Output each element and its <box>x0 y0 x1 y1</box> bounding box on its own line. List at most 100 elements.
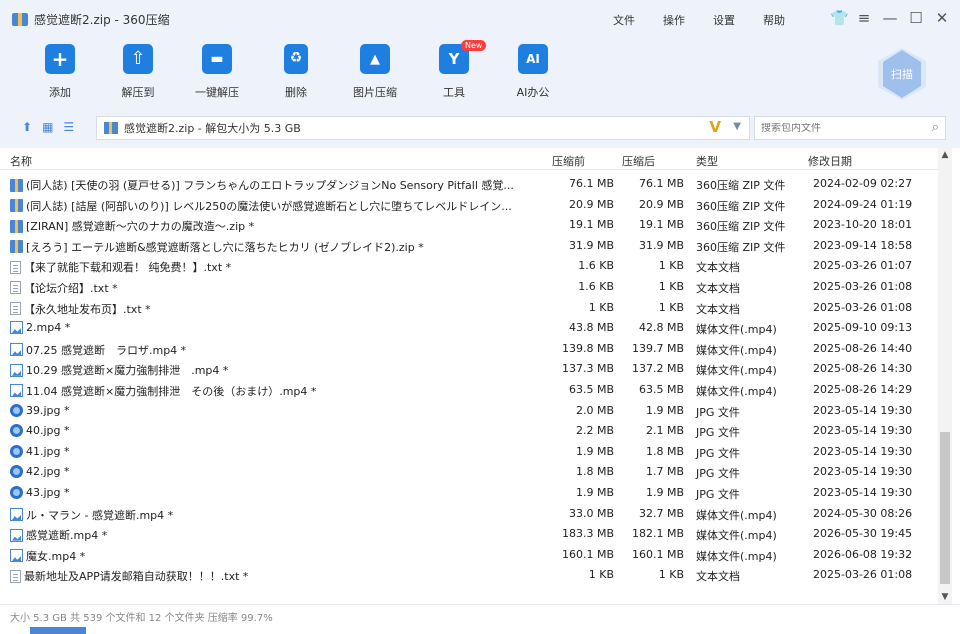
file-name: 41.jpg * <box>26 444 70 458</box>
window-title: 感觉遮断2.zip - 360压缩 <box>34 12 170 27</box>
zip-file-icon <box>10 178 23 192</box>
table-row[interactable]: ル・マラン - 感覚遮断.mp4 * 33.0 MB 32.7 MB 媒体文件(.mp… <box>0 504 938 525</box>
table-row[interactable]: (同人誌) [天使の羽 (夏戸せる)] フランちゃんのエロトラップダンジョンNo… <box>0 174 938 195</box>
tools-button[interactable]: New 工具 <box>424 40 487 100</box>
file-name-cell: ル・マラン - 感覚遮断.mp4 * <box>10 507 550 523</box>
table-row[interactable]: 感覚遮断.mp4 * 183.3 MB 182.1 MB 媒体文件(.mp4) 2026… <box>0 524 938 545</box>
image-file-icon <box>10 485 23 499</box>
modified-date: 2025-08-26 14:29 <box>813 382 913 396</box>
file-type: 媒体文件(.mp4) <box>696 529 777 543</box>
scroll-up-icon[interactable]: ▲ <box>938 150 952 160</box>
original-size: 160.1 MB <box>561 547 614 561</box>
table-row[interactable]: 10.29 感覚遮断×魔力強制排泄 .mp4 * 137.3 MB 137.2 MB… <box>0 359 938 380</box>
file-name: 07.25 感覚遮断 ラロザ.mp4 * <box>26 343 187 357</box>
zip-archive-icon <box>12 12 28 26</box>
minimize-icon[interactable]: — <box>882 8 898 28</box>
compressed-size: 1 KB <box>658 300 684 314</box>
file-name-cell: 43.jpg * <box>10 485 550 499</box>
address-bar[interactable]: 感觉遮断2.zip - 解包大小为 5.3 GB V ▼ <box>96 116 750 140</box>
original-size: 1.6 KB <box>578 259 614 273</box>
original-size: 19.1 MB <box>568 218 614 232</box>
file-type: JPG 文件 <box>696 467 740 481</box>
column-header-name[interactable]: 名称 <box>10 153 32 169</box>
table-row[interactable]: 【来了就能下载和观看！ 纯免费！】.txt * 1.6 KB 1 KB 文本文档 202… <box>0 256 938 277</box>
column-header-original-size[interactable]: 压缩前 <box>552 153 585 169</box>
table-row[interactable]: 42.jpg * 1.8 MB 1.7 MB JPG 文件 2023-05-14 19:… <box>0 462 938 483</box>
original-size: 139.8 MB <box>561 341 614 355</box>
scroll-down-icon[interactable]: ▼ <box>938 592 952 602</box>
image-compress-button[interactable]: 图片压缩 <box>345 44 405 100</box>
file-name: [えろう] エーテル遮断&感覚遮断落とし穴に落ちたヒカリ (ゼノブレイド2).z… <box>26 240 424 254</box>
file-name-cell: (同人誌) [詰屋 (阿部いのり)] レベル250の魔法使いが感覚遮断石とし穴に… <box>10 198 550 214</box>
menu-file[interactable]: 文件 <box>613 12 635 28</box>
table-row[interactable]: 【论坛介绍】.txt * 1.6 KB 1 KB 文本文档 2025-03-26 01:… <box>0 277 938 298</box>
table-row[interactable]: 【永久地址发布页】.txt * 1 KB 1 KB 文本文档 2025-03-26 01… <box>0 298 938 319</box>
table-row[interactable]: 43.jpg * 1.9 MB 1.9 MB JPG 文件 2023-05-14 19:… <box>0 483 938 504</box>
table-row[interactable]: 最新地址及APP请发邮箱自动获取！！！.txt * 1 KB 1 KB 文本文档 202… <box>0 565 938 586</box>
original-size: 63.5 MB <box>568 382 614 396</box>
table-row[interactable]: [ZIRAN] 感覚遮断～穴のナカの魔改造～.zip * 19.1 MB 19.1 … <box>0 215 938 236</box>
add-button[interactable]: 添加 <box>30 44 90 100</box>
chevron-down-icon[interactable]: ▼ <box>733 121 741 132</box>
table-row[interactable]: [えろう] エーテル遮断&感覚遮断落とし穴に落ちたヒカリ (ゼノブレイド2).z… <box>0 236 938 257</box>
one-click-extract-button[interactable]: 一键解压 <box>187 44 247 100</box>
original-size: 43.8 MB <box>568 321 614 335</box>
compressed-size: 137.2 MB <box>631 362 684 376</box>
video-file-icon <box>10 528 23 542</box>
file-name-cell: [ZIRAN] 感覚遮断～穴のナカの魔改造～.zip * <box>10 218 550 234</box>
table-row[interactable]: (同人誌) [詰屋 (阿部いのり)] レベル250の魔法使いが感覚遮断石とし穴に… <box>0 195 938 216</box>
modified-date: 2025-03-26 01:08 <box>813 300 913 314</box>
file-name: 感覚遮断.mp4 * <box>26 529 108 543</box>
search-icon[interactable]: ⌕ <box>932 120 939 135</box>
main-menu-icon[interactable]: ≡ <box>856 8 872 28</box>
column-header-compressed-size[interactable]: 压缩后 <box>622 153 655 169</box>
compressed-size: 20.9 MB <box>638 197 684 211</box>
original-size: 1 KB <box>588 568 614 582</box>
file-name: 【论坛介绍】.txt * <box>24 281 118 295</box>
ai-office-button[interactable]: AI办公 <box>503 44 563 100</box>
file-type: 文本文档 <box>696 570 740 584</box>
table-row[interactable]: 07.25 感覚遮断 ラロザ.mp4 * 139.8 MB 139.7 MB 媒体文件… <box>0 339 938 360</box>
menu-settings[interactable]: 设置 <box>713 12 735 28</box>
table-row[interactable]: 2.mp4 * 43.8 MB 42.8 MB 媒体文件(.mp4) 2025-09-1… <box>0 318 938 339</box>
text-file-icon <box>10 569 21 583</box>
delete-button[interactable]: 删除 <box>266 44 326 100</box>
file-type: JPG 文件 <box>696 446 740 460</box>
maximize-icon[interactable]: ☐ <box>908 8 924 28</box>
window-controls: 👕 ≡ — ☐ ✕ <box>830 8 950 28</box>
new-badge: New <box>461 40 487 51</box>
table-row[interactable]: 39.jpg * 2.0 MB 1.9 MB JPG 文件 2023-05-14 19:… <box>0 401 938 422</box>
original-size: 1 KB <box>588 300 614 314</box>
menu-operate[interactable]: 操作 <box>663 12 685 28</box>
compressed-size: 139.7 MB <box>631 341 684 355</box>
close-icon[interactable]: ✕ <box>934 8 950 28</box>
modified-date: 2025-08-26 14:30 <box>813 362 913 376</box>
table-row[interactable]: 41.jpg * 1.9 MB 1.8 MB JPG 文件 2023-05-14 19:… <box>0 442 938 463</box>
column-header-date[interactable]: 修改日期 <box>808 153 852 169</box>
file-name-cell: 42.jpg * <box>10 465 550 479</box>
table-row[interactable]: 魔女.mp4 * 160.1 MB 160.1 MB 媒体文件(.mp4) 2026-0… <box>0 545 938 566</box>
vertical-scrollbar[interactable]: ▲ ▼ <box>938 148 952 604</box>
compressed-size: 160.1 MB <box>631 547 684 561</box>
compressed-size: 19.1 MB <box>638 218 684 232</box>
table-row[interactable]: 11.04 感覚遮断×魔力強制排泄 その後（おまけ）.mp4 * 63.5 MB 6… <box>0 380 938 401</box>
scrollbar-thumb[interactable] <box>940 432 950 584</box>
extract-to-button[interactable]: 解压到 <box>108 44 168 100</box>
file-name: 魔女.mp4 * <box>26 549 86 563</box>
column-header-type[interactable]: 类型 <box>696 153 718 169</box>
image-compress-label: 图片压缩 <box>353 86 397 99</box>
one-click-extract-icon <box>202 44 232 74</box>
table-row[interactable]: 40.jpg * 2.2 MB 2.1 MB JPG 文件 2023-05-14 19:… <box>0 421 938 442</box>
text-file-icon <box>10 260 21 274</box>
skin-icon[interactable]: 👕 <box>830 8 849 28</box>
thumbnail-view-icon[interactable]: ▦ <box>42 120 53 134</box>
list-view-icon[interactable]: ☰ <box>63 120 74 134</box>
up-folder-icon[interactable]: ⬆ <box>22 120 32 134</box>
search-input[interactable] <box>761 122 911 134</box>
v-logo-icon[interactable]: V <box>709 118 721 136</box>
scan-button[interactable]: 扫描 <box>878 48 926 100</box>
status-text: 大小 5.3 GB 共 539 个文件和 12 个文件夹 压缩率 99.7% <box>10 613 273 624</box>
file-name: [ZIRAN] 感覚遮断～穴のナカの魔改造～.zip * <box>26 220 255 234</box>
file-name-cell: 【来了就能下载和观看！ 纯免费！】.txt * <box>10 259 550 275</box>
menu-help[interactable]: 帮助 <box>763 12 785 28</box>
